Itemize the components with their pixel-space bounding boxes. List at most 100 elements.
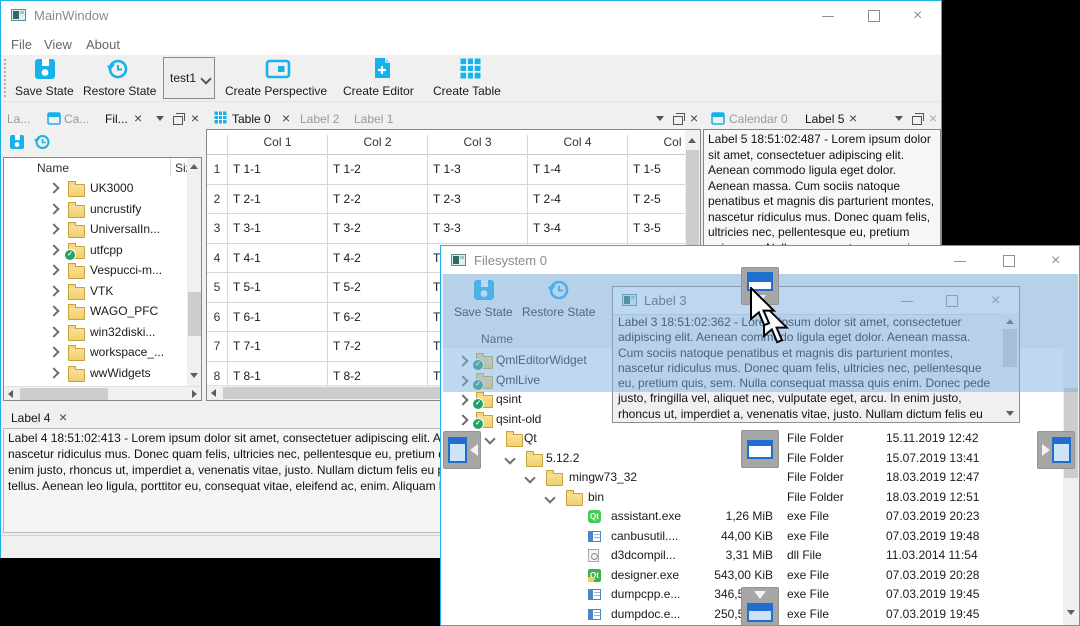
dock-indicator-bottom-icon[interactable]	[741, 587, 779, 626]
perspective-combo[interactable]: test1	[163, 57, 215, 99]
tab-menu-icon[interactable]	[895, 116, 903, 121]
tree-header-size[interactable]: Size	[175, 161, 187, 175]
fs-item-name[interactable]: dumpdoc.e...	[611, 607, 680, 621]
fs-item-name[interactable]: d3dcompil...	[611, 548, 676, 562]
undock-icon[interactable]	[673, 113, 685, 125]
tree-item[interactable]: workspace_...	[4, 342, 186, 362]
tree-item[interactable]: wwWidgets	[4, 363, 186, 383]
table-cell[interactable]: T 1-5	[633, 162, 685, 176]
table-row-number[interactable]: 1	[207, 162, 227, 176]
expand-chevron-icon[interactable]	[48, 367, 60, 379]
restore-icon[interactable]	[33, 134, 51, 150]
tab-calendar[interactable]: Ca...	[64, 112, 89, 126]
table-cell[interactable]: T 1-2	[333, 162, 425, 176]
expand-chevron-icon[interactable]	[48, 264, 60, 276]
table-cell[interactable]: T 2-1	[233, 192, 325, 206]
table-cell[interactable]: T 4-2	[333, 251, 425, 265]
menu-view[interactable]: View	[44, 37, 72, 52]
table-row-number[interactable]: 2	[207, 192, 227, 206]
tree-vertical-scrollbar[interactable]	[187, 158, 201, 386]
table-cell[interactable]: T 3-1	[233, 221, 325, 235]
table-cell[interactable]: T 8-1	[233, 369, 325, 383]
tree-item[interactable]: VTK	[4, 281, 186, 301]
table-row-number[interactable]: 4	[207, 251, 227, 265]
tab-menu-icon[interactable]	[656, 116, 664, 121]
table-cell[interactable]: T 6-2	[333, 310, 425, 324]
tab-close-icon[interactable]: ×	[849, 111, 857, 125]
table-cell[interactable]: T 2-4	[533, 192, 625, 206]
undock-icon[interactable]	[173, 113, 185, 125]
expand-chevron-icon[interactable]	[544, 492, 556, 504]
tab-label5[interactable]: Label 5	[805, 112, 844, 126]
tree-item[interactable]: WAGO_PFC	[4, 301, 186, 321]
expand-chevron-icon[interactable]	[48, 182, 60, 194]
dock-close-icon[interactable]: ×	[690, 111, 698, 125]
table-row-number[interactable]: 5	[207, 280, 227, 294]
fs-item-name[interactable]: Qt	[524, 431, 537, 445]
tab-layout[interactable]: La...	[7, 112, 30, 126]
expand-chevron-icon[interactable]	[484, 433, 496, 445]
main-title-bar[interactable]: MainWindow ×	[1, 1, 941, 29]
expand-chevron-icon[interactable]	[48, 305, 60, 317]
tree-item[interactable]: UniversalIn...	[4, 219, 186, 239]
fs-item-name[interactable]: qsint-old	[496, 412, 541, 426]
table-row-number[interactable]: 6	[207, 310, 227, 324]
table-row-number[interactable]: 8	[207, 369, 227, 383]
expand-chevron-icon[interactable]	[524, 472, 536, 484]
table-cell[interactable]: T 7-2	[333, 339, 425, 353]
table-row-number[interactable]: 3	[207, 221, 227, 235]
expand-chevron-icon[interactable]	[48, 346, 60, 358]
tab-label2[interactable]: Label 2	[300, 112, 339, 126]
table-cell[interactable]: T 3-3	[433, 221, 525, 235]
dock-indicator-right-icon[interactable]	[1037, 431, 1075, 469]
expand-chevron-icon[interactable]	[457, 394, 469, 406]
tree-item[interactable]: UK3000	[4, 178, 186, 198]
tab-calendar0[interactable]: Calendar 0	[729, 112, 788, 126]
menu-file[interactable]: File	[11, 37, 32, 52]
minimize-button[interactable]	[822, 16, 834, 17]
fs-item-name[interactable]: qsint	[496, 392, 521, 406]
menu-about[interactable]: About	[86, 37, 120, 52]
tab-label4[interactable]: Label 4	[11, 411, 50, 425]
table-cell[interactable]: T 3-5	[633, 221, 685, 235]
fs-item-name[interactable]: designer.exe	[611, 568, 679, 582]
save-icon[interactable]	[9, 134, 25, 150]
tree-item[interactable]: win32diski...	[4, 322, 186, 342]
tab-table0[interactable]: Table 0	[232, 112, 271, 126]
create-perspective-button[interactable]: Create Perspective	[223, 57, 333, 100]
table-column-header[interactable]: Col 2	[327, 135, 427, 154]
create-table-button[interactable]: Create Table	[431, 57, 509, 100]
table-cell[interactable]: T 8-2	[333, 369, 425, 383]
expand-chevron-icon[interactable]	[48, 244, 60, 256]
toolbar-handle[interactable]	[4, 59, 6, 97]
tree-item[interactable]: utfcpp	[4, 240, 186, 261]
table-column-header[interactable]: Col 4	[527, 135, 627, 154]
dock-indicator-left-icon[interactable]	[443, 431, 481, 469]
fs-item-name[interactable]: bin	[588, 490, 604, 504]
tree-header-name[interactable]: Name	[37, 161, 69, 175]
tab-close-icon[interactable]: ×	[134, 111, 142, 125]
table-column-header[interactable]: Col 1	[227, 135, 327, 154]
undock-icon[interactable]	[912, 113, 924, 125]
close-button[interactable]: ×	[913, 8, 922, 24]
dock-close-icon[interactable]: ×	[191, 111, 199, 125]
fs-item-name[interactable]: mingw73_32	[569, 470, 637, 484]
tab-menu-icon[interactable]	[156, 116, 164, 121]
expand-chevron-icon[interactable]	[48, 203, 60, 215]
table-cell[interactable]: T 1-4	[533, 162, 625, 176]
restore-state-button[interactable]: Restore State	[81, 57, 156, 100]
table-cell[interactable]: T 2-2	[333, 192, 425, 206]
table-cell[interactable]: T 2-5	[633, 192, 685, 206]
table-cell[interactable]: T 6-1	[233, 310, 325, 324]
maximize-button[interactable]	[1003, 255, 1015, 267]
fs-item-name[interactable]: 5.12.2	[546, 451, 579, 465]
expand-chevron-icon[interactable]	[48, 326, 60, 338]
table-column-header[interactable]: Col 5	[627, 135, 685, 154]
table-cell[interactable]: T 2-3	[433, 192, 525, 206]
tree-item[interactable]: Vespucci-m...	[4, 260, 186, 280]
minimize-button[interactable]	[954, 261, 966, 262]
table-row-number[interactable]: 7	[207, 339, 227, 353]
tab-filesystem[interactable]: Fil...	[105, 112, 128, 126]
expand-chevron-icon[interactable]	[48, 285, 60, 297]
fs-item-name[interactable]: dumpcpp.e...	[611, 587, 680, 601]
